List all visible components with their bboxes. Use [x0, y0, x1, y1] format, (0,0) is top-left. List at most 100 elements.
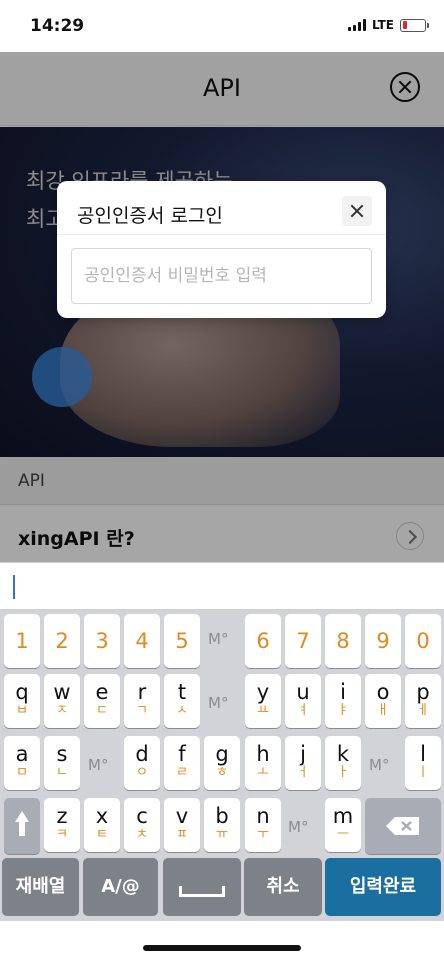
- key-x[interactable]: xㅌ: [84, 798, 120, 852]
- key-sublabel: ㅋ: [56, 827, 68, 842]
- key-c[interactable]: cㅊ: [124, 798, 160, 852]
- key-sublabel: ㅛ: [257, 703, 269, 718]
- key-label: d: [135, 742, 149, 766]
- key-label: z: [56, 804, 68, 828]
- backspace-key[interactable]: [365, 798, 441, 854]
- login-dialog: 공인인증서 로그인: [57, 181, 386, 318]
- key-d[interactable]: dㅇ: [124, 736, 160, 790]
- space-icon: [179, 886, 225, 897]
- key-2[interactable]: 2: [44, 614, 80, 668]
- key-label: b: [215, 804, 229, 828]
- key-sublabel: ㅓ: [297, 765, 309, 780]
- key-label: h: [256, 742, 270, 766]
- key-4[interactable]: 4: [124, 614, 160, 668]
- key-g[interactable]: gㅎ: [204, 736, 240, 790]
- done-button[interactable]: 입력완료: [325, 858, 441, 916]
- key-m[interactable]: mㅡ: [325, 798, 361, 852]
- key-label: e: [95, 680, 109, 704]
- key-sublabel: ㅏ: [337, 765, 349, 780]
- key-sublabel: ㅊ: [136, 827, 148, 842]
- key-h[interactable]: hㅗ: [245, 736, 281, 790]
- key-sublabel: ㅌ: [96, 827, 108, 842]
- key-5[interactable]: 5: [164, 614, 200, 668]
- key-z[interactable]: zㅋ: [44, 798, 80, 852]
- divider: [57, 234, 386, 235]
- key-v[interactable]: vㅍ: [164, 798, 200, 852]
- keyboard-input-bar[interactable]: [0, 562, 444, 610]
- key-label: 9: [376, 629, 390, 653]
- mode-toggle-button[interactable]: A/@: [83, 858, 158, 916]
- key-sublabel: ㅅ: [176, 703, 188, 718]
- key-t[interactable]: tㅅ: [164, 674, 200, 728]
- shuffle-button[interactable]: 재배열: [2, 858, 79, 916]
- signal-icon: [347, 19, 366, 31]
- key-label: m: [332, 804, 354, 828]
- key-label: 2: [55, 629, 69, 653]
- key-sublabel: ㄹ: [176, 765, 188, 780]
- key-sublabel: ㅜ: [257, 827, 269, 842]
- key-f[interactable]: fㄹ: [164, 736, 200, 790]
- home-indicator[interactable]: [143, 945, 301, 951]
- cancel-button[interactable]: 취소: [244, 858, 322, 916]
- key-1[interactable]: 1: [4, 614, 40, 668]
- mo-placeholder: M°: [369, 756, 390, 774]
- mode-toggle-button-label: A/@: [101, 876, 140, 897]
- dialog-title: 공인인증서 로그인: [77, 205, 223, 227]
- key-label: u: [296, 680, 310, 704]
- key-6[interactable]: 6: [245, 614, 281, 668]
- key-label: q: [15, 680, 29, 704]
- key-0[interactable]: 0: [405, 614, 441, 668]
- key-e[interactable]: eㄷ: [84, 674, 120, 728]
- key-sublabel: ㅂ: [16, 703, 28, 718]
- key-7[interactable]: 7: [285, 614, 321, 668]
- shift-key[interactable]: [4, 798, 40, 854]
- mo-placeholder: M°: [208, 694, 229, 712]
- key-u[interactable]: uㅕ: [285, 674, 321, 728]
- key-sublabel: ㅐ: [377, 703, 389, 718]
- key-o[interactable]: oㅐ: [365, 674, 401, 728]
- shuffle-button-label: 재배열: [15, 876, 66, 897]
- key-label: x: [95, 804, 109, 828]
- key-i[interactable]: iㅑ: [325, 674, 361, 728]
- key-p[interactable]: pㅔ: [405, 674, 441, 728]
- key-sublabel: ㅇ: [136, 765, 148, 780]
- password-input[interactable]: [71, 248, 372, 304]
- key-n[interactable]: nㅜ: [245, 798, 281, 852]
- home-area: [0, 921, 444, 961]
- key-3[interactable]: 3: [84, 614, 120, 668]
- key-label: y: [256, 680, 270, 704]
- key-l[interactable]: lㅣ: [405, 736, 441, 790]
- key-sublabel: ㅈ: [56, 703, 68, 718]
- key-sublabel: ㅣ: [417, 765, 429, 780]
- key-label: 1: [15, 629, 29, 653]
- key-label: p: [416, 680, 430, 704]
- key-a[interactable]: aㅁ: [4, 736, 40, 790]
- key-y[interactable]: yㅛ: [245, 674, 281, 728]
- key-label: 5: [175, 629, 189, 653]
- key-label: t: [177, 680, 187, 704]
- key-q[interactable]: qㅂ: [4, 674, 40, 728]
- key-9[interactable]: 9: [365, 614, 401, 668]
- battery-icon: [400, 18, 429, 32]
- text-caret: [13, 575, 15, 599]
- key-w[interactable]: wㅈ: [44, 674, 80, 728]
- key-sublabel: ㄱ: [136, 703, 148, 718]
- key-8[interactable]: 8: [325, 614, 361, 668]
- dialog-close-button[interactable]: [342, 196, 372, 226]
- key-sublabel: ㅍ: [176, 827, 188, 842]
- secure-keyboard: 1 2 3 4 5 6 7 8 9 0 M° q ㅂ w ㅈ e ㄷ r ㄱ t ㅅ y ㅛ u ㅕ i ㅑ o ㅐ p ㅔ M° a ㅁ s ㄴ d ㅇ…: [0, 610, 444, 921]
- key-r[interactable]: rㄱ: [124, 674, 160, 728]
- key-label: 0: [416, 629, 430, 653]
- key-j[interactable]: jㅓ: [285, 736, 321, 790]
- shift-arrow-icon: [15, 811, 29, 836]
- key-sublabel: ㄴ: [56, 765, 68, 780]
- key-b[interactable]: bㅠ: [204, 798, 240, 852]
- key-s[interactable]: sㄴ: [44, 736, 80, 790]
- key-label: g: [215, 742, 229, 766]
- key-sublabel: ㅠ: [216, 827, 228, 842]
- key-k[interactable]: kㅏ: [325, 736, 361, 790]
- key-label: a: [15, 742, 29, 766]
- space-key[interactable]: [163, 858, 241, 916]
- key-label: v: [175, 804, 189, 828]
- key-label: 7: [296, 629, 310, 653]
